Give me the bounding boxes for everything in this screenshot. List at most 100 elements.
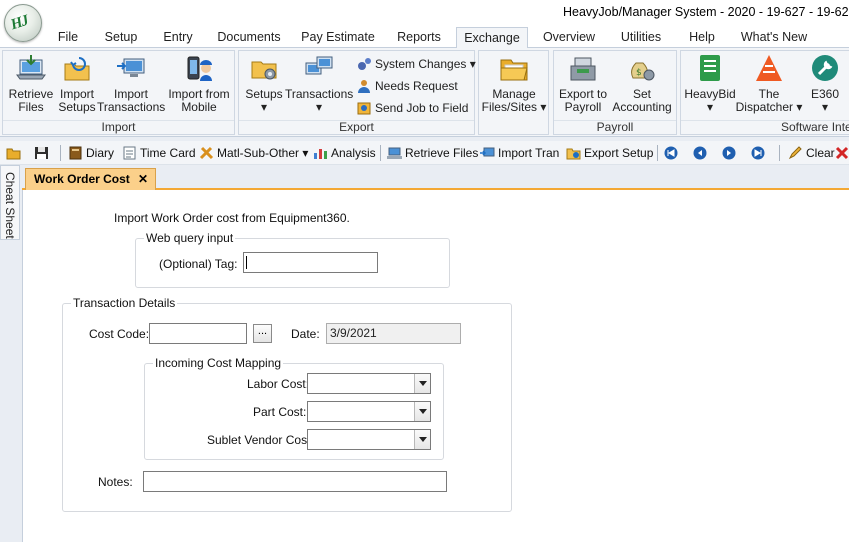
save-icon xyxy=(34,146,49,160)
menu-tab-help[interactable]: Help xyxy=(680,27,724,48)
toolbar-separator xyxy=(779,145,780,161)
export-setup-button[interactable]: Export Setup xyxy=(566,144,653,162)
ribbon: Retrieve Files Import Setups Import Tran… xyxy=(0,48,849,137)
tools-icon xyxy=(199,146,214,160)
cash-register-icon xyxy=(567,54,599,84)
export-to-payroll-button[interactable]: Export to Payroll xyxy=(556,54,610,114)
chevron-down-icon[interactable] xyxy=(414,430,430,449)
export-transactions-button[interactable]: Transactions ▾ xyxy=(285,54,353,114)
clear-button[interactable]: Clear xyxy=(788,144,835,162)
part-cost-select[interactable] xyxy=(307,401,431,422)
import-transactions-button[interactable]: Import Transactions xyxy=(97,54,165,114)
text-caret xyxy=(246,256,247,269)
cost-code-input[interactable] xyxy=(149,323,247,344)
manage-files-sites-button[interactable]: Manage Files/Sites ▾ xyxy=(481,54,547,114)
toolbar-separator xyxy=(657,145,658,161)
window-title: HeavyJob/Manager System - 2020 - 19-627 … xyxy=(563,5,849,19)
import-tran-icon xyxy=(480,146,495,160)
title-bar: HeavyJob/Manager System - 2020 - 19-627 … xyxy=(0,0,849,26)
ribbon-group-files: Manage Files/Sites ▾ xyxy=(478,50,549,135)
time-card-button[interactable]: Time Card xyxy=(122,144,196,162)
the-dispatcher-button[interactable]: The Dispatcher ▾ xyxy=(735,54,803,114)
web-query-group-title: Web query input xyxy=(144,231,236,245)
diary-button[interactable]: Diary xyxy=(68,144,114,162)
tag-label: (Optional) Tag: xyxy=(159,257,238,271)
needs-request-button[interactable]: Needs Request xyxy=(357,79,458,93)
quick-toolbar: Diary Time Card Matl-Sub-Other ▾ Analysi… xyxy=(0,141,849,165)
pencil-icon xyxy=(788,146,803,160)
ribbon-group-software-integration: HeavyBid ▾ The Dispatcher ▾ E360 ▾ Softw… xyxy=(680,50,849,135)
menu-tab-overview[interactable]: Overview xyxy=(536,27,602,48)
send-job-icon xyxy=(357,101,372,115)
matl-sub-other-button[interactable]: Matl-Sub-Other ▾ xyxy=(199,144,308,162)
import-tran-button[interactable]: Import Tran xyxy=(480,144,559,162)
menu-tab-entry[interactable]: Entry xyxy=(155,27,201,48)
notes-input[interactable] xyxy=(143,471,447,492)
folder-import-icon xyxy=(61,54,93,84)
labor-cost-label: Labor Cost: xyxy=(247,377,310,391)
notes-label: Notes: xyxy=(98,475,133,489)
delete-button[interactable] xyxy=(835,144,849,162)
ribbon-group-export: Setups ▾ Transactions ▾ System Changes ▾… xyxy=(238,50,476,135)
menu-tab-setup[interactable]: Setup xyxy=(96,27,146,48)
ribbon-group-payroll: Export to Payroll $ Set Accounting Payro… xyxy=(553,50,677,135)
chevron-down-icon[interactable] xyxy=(414,402,430,421)
sublet-vendor-cost-select[interactable] xyxy=(307,429,431,450)
tab-work-order-cost[interactable]: Work Order Cost ✕ xyxy=(25,168,156,190)
laptop-download-icon xyxy=(387,146,402,160)
intro-text: Import Work Order cost from Equipment360… xyxy=(114,211,350,225)
menu-tab-file[interactable]: File xyxy=(50,27,86,48)
folder-gear-icon xyxy=(248,54,280,84)
send-job-to-field-button[interactable]: Send Job to Field xyxy=(357,101,468,115)
cost-code-browse-button[interactable]: ... xyxy=(253,324,272,343)
labor-cost-select[interactable] xyxy=(307,373,431,394)
analysis-button[interactable]: Analysis xyxy=(313,144,376,162)
system-changes-button[interactable]: System Changes ▾ xyxy=(357,57,476,71)
menu-tab-exchange[interactable]: Exchange xyxy=(456,27,528,49)
transaction-details-title: Transaction Details xyxy=(71,296,178,310)
menu-tab-reports[interactable]: Reports xyxy=(388,27,450,48)
import-setups-button[interactable]: Import Setups xyxy=(55,54,99,114)
menu-tab-whats-new[interactable]: What's New xyxy=(734,27,814,48)
group-label-export: Export xyxy=(239,120,474,134)
set-accounting-button[interactable]: $ Set Accounting xyxy=(610,54,674,114)
cheat-sheet-tab[interactable]: Cheat Sheet xyxy=(0,165,20,240)
laptop-download-icon xyxy=(15,54,47,84)
menu-tab-pay-estimate[interactable]: Pay Estimate xyxy=(297,27,379,48)
close-tab-icon[interactable]: ✕ xyxy=(138,169,148,189)
group-label-import: Import xyxy=(3,120,234,134)
menu-tab-utilities[interactable]: Utilities xyxy=(612,27,670,48)
e360-button[interactable]: E360 ▾ xyxy=(803,54,847,114)
retrieve-files-button[interactable]: Retrieve Files xyxy=(5,54,57,114)
first-record-button[interactable] xyxy=(664,144,679,162)
app-logo-icon[interactable]: HJ xyxy=(4,4,42,42)
toolbar-separator xyxy=(380,145,381,161)
tag-input[interactable] xyxy=(243,252,378,273)
group-label-software-integration: Software Inte xyxy=(681,120,849,134)
open-button[interactable] xyxy=(6,144,21,162)
next-record-button[interactable] xyxy=(722,144,737,162)
gears-icon xyxy=(357,57,372,71)
chevron-down-icon[interactable] xyxy=(414,374,430,393)
first-record-icon xyxy=(664,146,679,160)
cost-code-label: Cost Code: xyxy=(89,327,150,341)
ribbon-group-import: Retrieve Files Import Setups Import Tran… xyxy=(2,50,235,135)
import-from-mobile-button[interactable]: Import from Mobile xyxy=(165,54,233,114)
previous-record-icon xyxy=(693,146,708,160)
heavybid-icon xyxy=(694,54,726,84)
export-setups-button[interactable]: Setups ▾ xyxy=(241,54,287,114)
group-label-payroll: Payroll xyxy=(554,120,676,134)
menu-tab-documents[interactable]: Documents xyxy=(212,27,286,48)
retrieve-files-toolbar-button[interactable]: Retrieve Files xyxy=(387,144,478,162)
open-folder-icon xyxy=(498,54,530,84)
chart-icon xyxy=(313,146,328,160)
last-record-icon xyxy=(751,146,766,160)
heavybid-button[interactable]: HeavyBid ▾ xyxy=(683,54,737,114)
sublet-vendor-cost-label: Sublet Vendor Cost: xyxy=(207,433,314,447)
last-record-button[interactable] xyxy=(751,144,766,162)
save-button[interactable] xyxy=(34,144,49,162)
svg-text:$: $ xyxy=(636,68,642,78)
incoming-cost-mapping-title: Incoming Cost Mapping xyxy=(153,356,284,370)
date-field: 3/9/2021 xyxy=(326,323,461,344)
previous-record-button[interactable] xyxy=(693,144,708,162)
